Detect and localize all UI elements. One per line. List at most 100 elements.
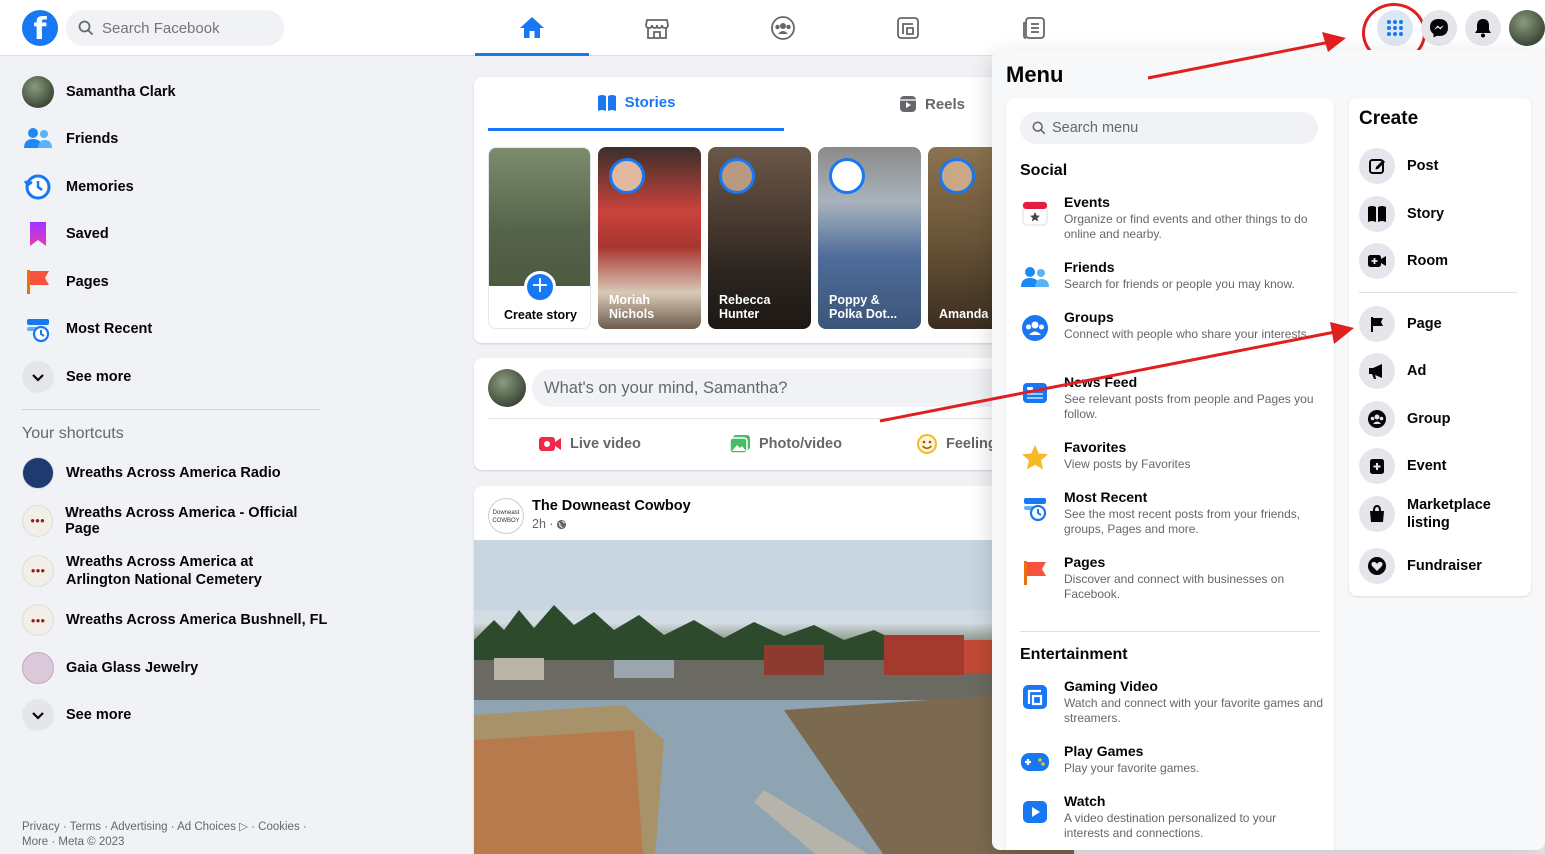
menu-item-most-recent[interactable]: Most Recent See the most recent posts fro… [1020,489,1324,537]
footer-links[interactable]: Privacy · Terms · Advertising · Ad Choic… [22,820,332,850]
post-photo[interactable] [474,540,1074,854]
live-video-icon [539,437,561,451]
create-ad-button[interactable]: Ad [1359,353,1524,389]
story-card[interactable]: Rebecca Hunter [708,147,811,329]
shortcut-thumbnail: ●●● [22,554,54,587]
sidebar-item-profile[interactable]: Samantha Clark [8,68,328,116]
composer-divider [488,418,1060,419]
create-post-button[interactable]: Post [1359,148,1524,184]
shortcut-item[interactable]: Gaia Glass Jewelry [8,644,328,692]
create-story-button[interactable]: Story [1359,196,1524,232]
messenger-button[interactable] [1421,10,1457,46]
home-icon [520,16,544,38]
menu-item-favorites[interactable]: Favorites View posts by Favorites [1020,439,1324,473]
sidebar-item-memories[interactable]: Memories [8,163,328,211]
story-card[interactable]: Poppy & Polka Dot... [818,147,921,329]
shortcut-item[interactable]: ●●● Wreaths Across America Bushnell, FL [8,597,328,645]
groups-icon [771,16,795,40]
menu-item-gaming-video[interactable]: Gaming Video Watch and connect with your … [1020,678,1324,726]
create-item-label: Fundraiser [1407,558,1482,574]
notifications-button[interactable] [1465,10,1501,46]
feeling-button[interactable]: Feeling [916,428,997,460]
sidebar-item-label: Most Recent [66,321,153,338]
menu-item-description: See relevant posts from people and Pages… [1064,392,1314,421]
sidebar-item-label: Pages [66,273,109,290]
menu-item-title: Play Games [1064,743,1144,759]
menu-item-events[interactable]: Events Organize or find events and other … [1020,194,1324,242]
sidebar-item-most-recent[interactable]: Most Recent [8,306,328,354]
tab-groups[interactable] [726,0,840,56]
most-recent-icon [22,313,54,345]
sidebar-item-label: Samantha Clark [66,83,176,100]
star-icon [1020,443,1050,473]
groups-icon [1020,313,1050,343]
menu-list-panel: Search menu Social Events Organize or fin… [1006,98,1334,850]
shortcut-item[interactable]: ●●● Wreaths Across America at Arlington … [8,545,328,597]
sidebar-item-saved[interactable]: Saved [8,211,328,259]
menu-item-pages[interactable]: Pages Discover and connect with businesse… [1020,554,1324,602]
create-group-button[interactable]: Group [1359,401,1524,437]
create-story-card[interactable]: + Create story [488,147,591,329]
gaming-icon [897,17,919,39]
story-avatar [719,158,755,194]
search-box[interactable] [66,10,284,46]
menu-item-news-feed[interactable]: News Feed See relevant posts from people … [1020,374,1324,422]
post-meta: 2h · [532,517,567,531]
tab-label: Stories [624,94,676,111]
saved-icon [22,218,54,250]
menu-item-description: Organize or find events and other things… [1064,212,1308,241]
create-fundraiser-button[interactable]: Fundraiser [1359,548,1524,584]
sidebar-item-friends[interactable]: Friends [8,116,328,164]
photo-video-button[interactable]: Photo/video [729,428,842,460]
create-item-label: Marketplace listing [1407,497,1491,531]
avatar [22,75,54,108]
plus-icon: + [524,271,556,303]
create-room-button[interactable]: Room [1359,243,1524,279]
composer-input[interactable]: What's on your mind, Samantha? [532,369,1062,407]
tab-home[interactable] [475,0,589,56]
pages-icon [22,266,54,298]
post-author-logo[interactable]: Downeast COWBOY [488,498,524,534]
create-marketplace-listing-button[interactable]: Marketplace listing [1359,496,1524,532]
shortcut-item[interactable]: ●●● Wreaths Across America - Official Pa… [8,497,328,545]
tab-news[interactable] [977,0,1091,56]
tab-marketplace[interactable] [600,0,714,56]
shortcut-thumbnail [22,457,54,490]
memories-icon [22,171,54,203]
story-author: Poppy & Polka Dot... [829,293,898,321]
marketplace-icon [645,19,669,39]
create-divider [1359,292,1517,293]
menu-item-watch[interactable]: Watch A video destination personalized to… [1020,793,1324,841]
group-icon [1359,401,1395,437]
sidebar-item-pages[interactable]: Pages [8,258,328,306]
avatar [488,369,526,407]
news-feed-icon [1020,378,1050,408]
search-input[interactable] [102,19,262,37]
menu-item-title: Gaming Video [1064,678,1158,694]
shortcut-label: Wreaths Across America - Official Page [65,504,298,537]
menu-item-description: Play your favorite games. [1064,761,1200,775]
tab-stories[interactable]: Stories [488,77,784,131]
menu-item-play-games[interactable]: Play Games Play your favorite games. [1020,743,1324,777]
create-event-button[interactable]: Event [1359,448,1524,484]
page-flag-icon [1359,306,1395,342]
live-video-button[interactable]: Live video [538,428,641,460]
menu-item-groups[interactable]: Groups Connect with people who share your… [1020,309,1324,343]
menu-item-friends[interactable]: Friends Search for friends or people you … [1020,259,1324,293]
create-title: Create [1359,108,1419,129]
messenger-icon [1430,19,1448,38]
tab-gaming[interactable] [851,0,965,56]
menu-search-box[interactable]: Search menu [1020,112,1318,144]
facebook-logo[interactable]: f [22,10,58,46]
shortcuts-see-more-button[interactable]: See more [8,692,328,740]
menu-search-placeholder[interactable]: Search menu [1052,120,1138,136]
post-author-name[interactable]: The Downeast Cowboy [532,498,691,514]
create-page-button[interactable]: Page [1359,306,1524,342]
shortcut-thumbnail [22,651,54,684]
sidebar-see-more-button[interactable]: See more [8,353,328,401]
post-time[interactable]: 2h · [532,517,554,531]
shortcut-item[interactable]: Wreaths Across America Radio [8,450,328,498]
photo-icon [729,435,750,454]
account-avatar[interactable] [1509,10,1545,46]
story-card[interactable]: Moriah Nichols [598,147,701,329]
